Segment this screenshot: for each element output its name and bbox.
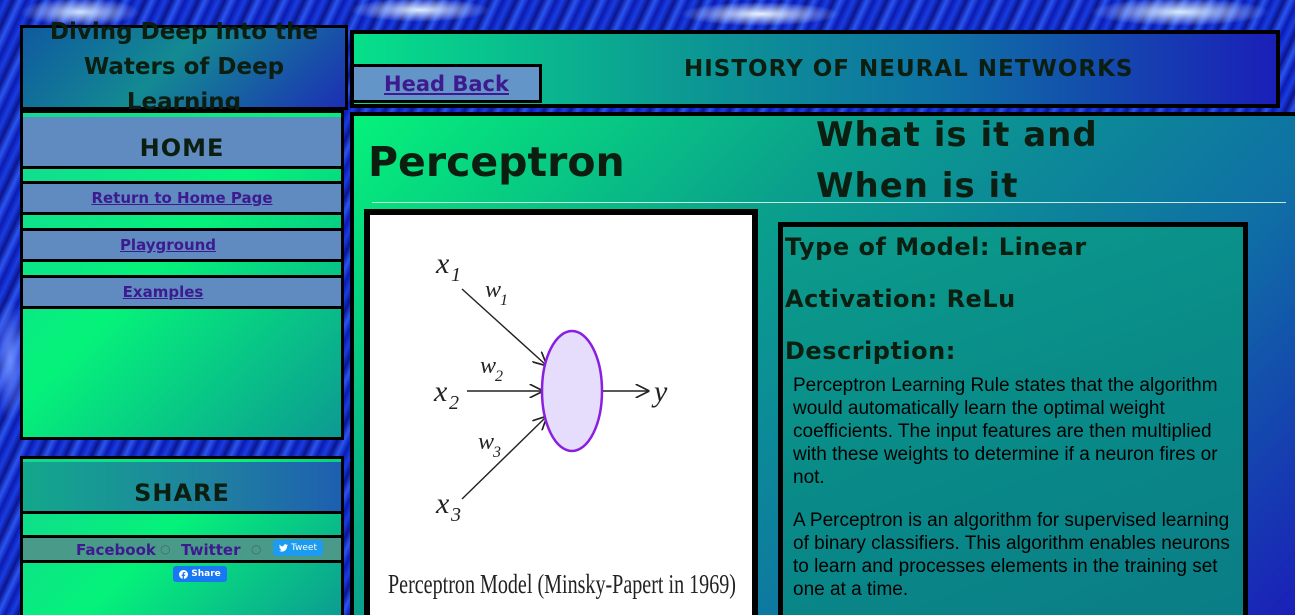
model-info-box: Type of Model: Linear Activation: ReLu D…: [778, 222, 1248, 615]
output-y: y: [651, 375, 668, 408]
site-title-box: Diving Deep Into the Waters of Deep Lear…: [20, 19, 348, 115]
site-title-line1: Diving Deep Into the: [49, 19, 319, 45]
nav-item-examples[interactable]: Examples: [23, 275, 341, 309]
tweet-button-label: Tweet: [291, 543, 317, 553]
weight-w3-subscript: 3: [492, 444, 501, 461]
twitter-bird-icon: [279, 544, 288, 552]
facebook-share-button[interactable]: Share: [173, 566, 227, 582]
weight-w1: w: [485, 277, 501, 303]
nav-home-header: HOME: [23, 117, 341, 169]
weight-w3: w: [478, 429, 494, 455]
description-heading: Description:: [785, 337, 956, 365]
nav-item-label[interactable]: Examples: [123, 283, 204, 301]
nav-item-playground[interactable]: Playground: [23, 228, 341, 262]
weight-w2-subscript: 2: [495, 368, 503, 385]
description-paragraph-1: Perceptron Learning Rule states that the…: [793, 375, 1218, 488]
site-title: Diving Deep Into the Waters of Deep Lear…: [23, 15, 345, 120]
page-title: Perceptron: [368, 138, 625, 186]
site-title-line2: Waters of Deep Learning: [83, 54, 285, 115]
facebook-icon: [179, 569, 189, 579]
weight-w1-subscript: 1: [500, 292, 508, 309]
share-links-row: Facebook ○ Twitter ○ Tweet: [23, 535, 341, 563]
perceptron-diagram: x 1 x 2 x 3 w 1 w 2 w 3 y Perceptron Mod…: [388, 247, 736, 599]
input-x3-subscript: 3: [450, 504, 461, 526]
head-back-label[interactable]: Head Back: [384, 72, 509, 96]
perceptron-diagram-frame: x 1 x 2 x 3 w 1 w 2 w 3 y Perceptron Mod…: [364, 209, 758, 615]
input-x3: x: [435, 487, 450, 520]
figure-caption: Perceptron Model (Minsky-Papert in 1969): [388, 569, 736, 599]
share-header: SHARE: [23, 462, 341, 514]
share-heading: SHARE: [134, 479, 230, 507]
nav-item-return-home[interactable]: Return to Home Page: [23, 181, 341, 215]
input-x2: x: [433, 375, 448, 408]
nav-item-label[interactable]: Playground: [120, 236, 216, 254]
header-title: HISTORY OF NEURAL NETWORKS: [684, 56, 1134, 82]
twitter-link[interactable]: Twitter: [181, 541, 241, 559]
share-panel: SHARE Facebook ○ Twitter ○ Tweet Share: [20, 456, 344, 615]
tweet-button[interactable]: Tweet: [273, 540, 323, 556]
head-back-button[interactable]: Head Back: [351, 64, 542, 103]
input-x1-subscript: 1: [451, 264, 461, 286]
neuron-node: [540, 329, 604, 453]
nav-home-label: HOME: [139, 134, 225, 162]
share-separator: ○: [160, 542, 171, 556]
share-separator: ○: [251, 542, 262, 556]
input-x2-subscript: 2: [449, 392, 459, 414]
nav-item-label[interactable]: Return to Home Page: [91, 189, 272, 207]
subtitle-line1: What is it and: [816, 115, 1098, 155]
description-paragraph-2: A Perceptron is an algorithm for supervi…: [793, 510, 1230, 600]
facebook-link[interactable]: Facebook: [76, 541, 156, 559]
model-type: Type of Model: Linear: [785, 233, 1087, 261]
edge-x3: [461, 417, 546, 500]
nav-panel: HOME Return to Home Page Playground Exam…: [20, 110, 344, 440]
weight-w2: w: [480, 353, 496, 379]
input-x1: x: [435, 247, 450, 280]
title-divider: [372, 202, 1286, 203]
facebook-share-label: Share: [191, 569, 221, 579]
activation-function: Activation: ReLu: [785, 285, 1016, 313]
